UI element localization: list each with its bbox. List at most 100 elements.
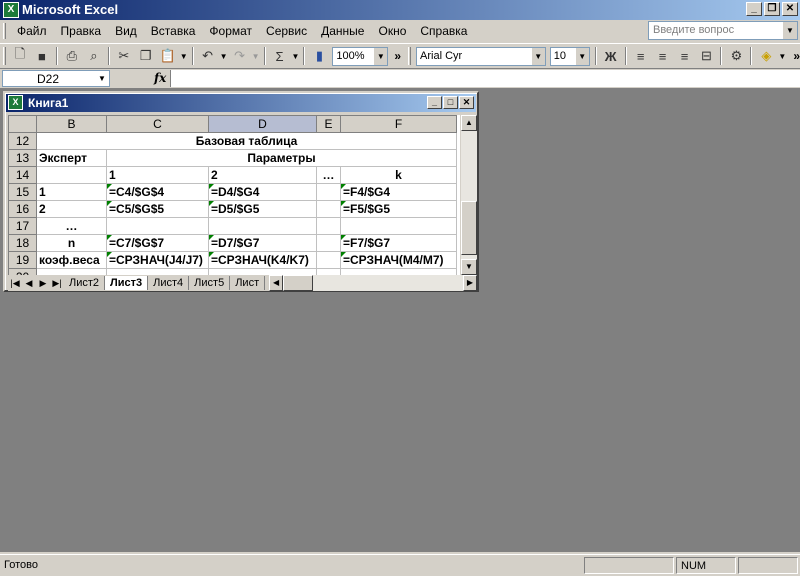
merge-center-icon[interactable]: ⊟ (696, 45, 718, 67)
align-left-icon[interactable]: ≡ (630, 45, 652, 67)
cell[interactable]: Параметры (106, 149, 457, 167)
cell[interactable]: 1 (36, 183, 107, 201)
paste-icon[interactable]: 📋 (157, 45, 179, 67)
cut-icon[interactable]: ✂ (113, 45, 135, 67)
scroll-thumb[interactable] (283, 275, 314, 291)
prev-sheet-icon[interactable]: ◀ (22, 278, 36, 289)
row-header[interactable]: 12 (8, 132, 37, 150)
sheet-tab-active[interactable]: Лист3 (105, 276, 149, 290)
cell[interactable]: Базовая таблица (36, 132, 457, 150)
sheet-tab[interactable]: Лист4 (148, 276, 190, 290)
cell[interactable] (36, 166, 107, 184)
sheet-tab[interactable]: Лист (230, 276, 266, 290)
menu-help[interactable]: Справка (413, 24, 474, 38)
font-size-select[interactable]: 10 ▼ (549, 46, 590, 66)
chevron-down-icon[interactable]: ▼ (290, 52, 300, 61)
cell[interactable]: =СРЗНАЧ(J4/J7) (106, 251, 209, 269)
excel-icon[interactable]: X (8, 95, 23, 110)
cell[interactable]: коэф.веса (36, 251, 107, 269)
maximize-button[interactable]: □ (443, 96, 458, 109)
toolbar-grip[interactable] (3, 47, 6, 65)
first-sheet-icon[interactable]: |◀ (8, 278, 22, 289)
scroll-right-icon[interactable]: ▶ (463, 275, 477, 291)
align-center-icon[interactable]: ≡ (652, 45, 674, 67)
toolbar-more-icon[interactable]: » (394, 49, 401, 63)
chevron-down-icon[interactable]: ▼ (251, 52, 261, 61)
zoom-select[interactable]: 100% ▼ (332, 46, 389, 66)
menu-file[interactable]: Файл (10, 24, 54, 38)
menu-tools[interactable]: Сервис (259, 24, 314, 38)
insert-function-icon[interactable]: fx (154, 71, 166, 85)
cell[interactable] (316, 200, 341, 218)
font-select[interactable]: Arial Cyr ▼ (416, 46, 546, 66)
toolbar-grip[interactable] (408, 47, 412, 65)
print-preview-icon[interactable]: ⌕ (83, 45, 105, 67)
scroll-up-icon[interactable]: ▲ (461, 115, 477, 131)
redo-icon[interactable]: ↷ (229, 45, 251, 67)
menu-window[interactable]: Окно (371, 24, 413, 38)
row-header[interactable]: 18 (8, 234, 37, 252)
align-right-icon[interactable]: ≡ (674, 45, 696, 67)
currency-icon[interactable]: ⚙ (725, 45, 747, 67)
cell[interactable] (316, 183, 341, 201)
chevron-down-icon[interactable]: ▼ (531, 47, 545, 65)
chart-wizard-icon[interactable]: ▮ (308, 45, 330, 67)
bold-button[interactable]: Ж (600, 45, 622, 67)
chevron-down-icon[interactable]: ▼ (219, 52, 229, 61)
cell[interactable]: =C4/$G$4 (106, 183, 209, 201)
cell[interactable]: 2 (208, 166, 317, 184)
column-header[interactable]: D (208, 115, 317, 133)
toolbar-more-icon[interactable]: » (793, 49, 800, 63)
cell[interactable]: =F7/$G7 (340, 234, 457, 252)
autosum-icon[interactable]: Σ (269, 45, 291, 67)
menu-format[interactable]: Формат (202, 24, 259, 38)
cell[interactable] (316, 217, 341, 235)
column-header[interactable]: F (340, 115, 457, 133)
menu-edit[interactable]: Правка (54, 24, 109, 38)
column-header[interactable]: B (36, 115, 107, 133)
menu-view[interactable]: Вид (108, 24, 144, 38)
menu-insert[interactable]: Вставка (144, 24, 203, 38)
cell[interactable]: … (316, 166, 341, 184)
minimize-button[interactable]: _ (746, 2, 762, 16)
print-icon[interactable]: ⎙ (61, 45, 83, 67)
cell[interactable]: =D4/$G4 (208, 183, 317, 201)
cell[interactable]: … (36, 217, 107, 235)
cell[interactable] (340, 217, 457, 235)
cell[interactable]: =D7/$G7 (208, 234, 317, 252)
horizontal-scrollbar[interactable]: ◀ ▶ (269, 275, 477, 291)
chevron-down-icon[interactable]: ▼ (777, 52, 787, 61)
cell[interactable]: =C5/$G$5 (106, 200, 209, 218)
sheet-tab[interactable]: Лист5 (189, 276, 231, 290)
cell[interactable]: =СРЗНАЧ(K4/K7) (208, 251, 317, 269)
cell[interactable]: =F4/$G4 (340, 183, 457, 201)
select-all-corner[interactable] (8, 115, 37, 133)
close-button[interactable]: ✕ (459, 96, 474, 109)
scroll-thumb[interactable] (461, 201, 477, 255)
excel-icon[interactable]: X (3, 2, 19, 18)
new-document-icon[interactable]: 🗋 (9, 45, 31, 67)
cell[interactable] (316, 234, 341, 252)
cell[interactable]: Эксперт (36, 149, 107, 167)
row-header[interactable]: 13 (8, 149, 37, 167)
column-header[interactable]: E (316, 115, 341, 133)
cell[interactable]: 1 (106, 166, 209, 184)
name-box[interactable]: D22 ▼ (2, 69, 110, 87)
cell[interactable]: n (36, 234, 107, 252)
formula-input[interactable] (170, 70, 800, 87)
row-header[interactable]: 19 (8, 251, 37, 269)
close-button[interactable]: ✕ (782, 2, 798, 16)
cell[interactable]: =C7/$G$7 (106, 234, 209, 252)
cell[interactable] (208, 217, 317, 235)
row-header[interactable]: 17 (8, 217, 37, 235)
save-icon[interactable]: ■ (31, 45, 53, 67)
scroll-down-icon[interactable]: ▼ (461, 259, 477, 275)
next-sheet-icon[interactable]: ▶ (36, 278, 50, 289)
cell[interactable] (106, 217, 209, 235)
row-header[interactable]: 16 (8, 200, 37, 218)
restore-button[interactable]: ❐ (764, 2, 780, 16)
chevron-down-icon[interactable]: ▼ (783, 22, 797, 39)
chevron-down-icon[interactable]: ▼ (374, 47, 388, 65)
menu-data[interactable]: Данные (314, 24, 371, 38)
chevron-down-icon[interactable]: ▼ (575, 47, 589, 65)
